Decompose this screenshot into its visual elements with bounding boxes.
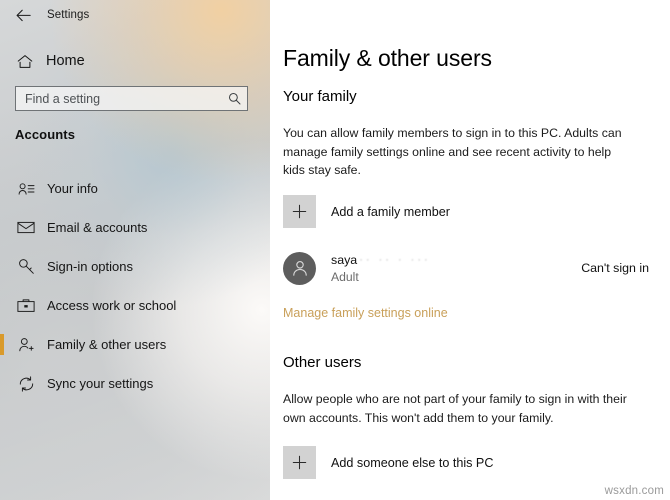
account-name-visible: saya xyxy=(331,253,357,267)
settings-window: Settings Home xyxy=(0,0,670,500)
add-someone-else-label: Add someone else to this PC xyxy=(331,456,493,470)
sidebar-item-sign-in-options-label: Sign-in options xyxy=(47,259,133,274)
page-title: Family & other users xyxy=(283,45,492,72)
search-input[interactable] xyxy=(25,92,223,106)
account-name-redacted: ·· ·· · ··· xyxy=(359,252,430,268)
add-family-member-label: Add a family member xyxy=(331,205,450,219)
sidebar-item-email-accounts[interactable]: Email & accounts xyxy=(0,208,256,247)
search-box[interactable] xyxy=(15,86,248,111)
user-card-icon xyxy=(16,179,36,199)
sidebar-item-sign-in-options[interactable]: Sign-in options xyxy=(0,247,256,286)
main-content: Family & other users Your family You can… xyxy=(270,0,670,500)
manage-family-settings-link[interactable]: Manage family settings online xyxy=(283,306,448,320)
selection-indicator xyxy=(0,334,4,355)
account-role: Adult xyxy=(331,269,581,285)
section-heading-other-users: Other users xyxy=(283,354,361,371)
briefcase-icon xyxy=(16,296,36,316)
sync-icon xyxy=(16,374,36,394)
sidebar-item-email-accounts-label: Email & accounts xyxy=(47,220,147,235)
add-someone-else-button[interactable]: Add someone else to this PC xyxy=(283,446,493,479)
envelope-icon xyxy=(16,218,36,238)
sidebar-item-family-other-users-label: Family & other users xyxy=(47,337,166,352)
sidebar-item-sync-your-settings-label: Sync your settings xyxy=(47,376,153,391)
user-add-icon xyxy=(16,335,36,355)
sidebar-nav-list: Your info Email & accounts xyxy=(0,169,256,403)
section-heading-your-family: Your family xyxy=(283,88,357,105)
watermark: wsxdn.com xyxy=(605,485,664,497)
account-name: saya·· ·· · ··· xyxy=(331,252,581,268)
titlebar: Settings xyxy=(0,0,270,30)
sidebar-item-your-info-label: Your info xyxy=(47,181,98,196)
account-status-badge: Can't sign in xyxy=(581,261,657,275)
sidebar-section-title: Accounts xyxy=(15,127,75,142)
sidebar: Settings Home xyxy=(0,0,270,500)
sidebar-item-family-other-users[interactable]: Family & other users xyxy=(0,325,256,364)
search-icon[interactable] xyxy=(227,92,241,106)
sidebar-item-home[interactable]: Home xyxy=(0,48,256,74)
account-text: saya·· ·· · ··· Adult xyxy=(331,252,581,285)
sidebar-item-sync-your-settings[interactable]: Sync your settings xyxy=(0,364,256,403)
key-icon xyxy=(16,257,36,277)
person-avatar-icon xyxy=(283,252,316,285)
plus-icon xyxy=(283,195,316,228)
plus-icon xyxy=(283,446,316,479)
back-arrow-icon xyxy=(16,9,31,22)
sidebar-item-access-work-school-label: Access work or school xyxy=(47,298,176,313)
other-users-description: Allow people who are not part of your fa… xyxy=(283,390,631,427)
sidebar-item-home-label: Home xyxy=(46,53,85,69)
back-button[interactable] xyxy=(6,2,40,28)
add-family-member-button[interactable]: Add a family member xyxy=(283,195,450,228)
home-icon xyxy=(16,52,34,70)
your-family-description: You can allow family members to sign in … xyxy=(283,124,631,180)
family-account-row[interactable]: saya·· ·· · ··· Adult Can't sign in xyxy=(283,250,657,286)
sidebar-item-access-work-school[interactable]: Access work or school xyxy=(0,286,256,325)
app-title: Settings xyxy=(47,9,89,21)
sidebar-item-your-info[interactable]: Your info xyxy=(0,169,256,208)
